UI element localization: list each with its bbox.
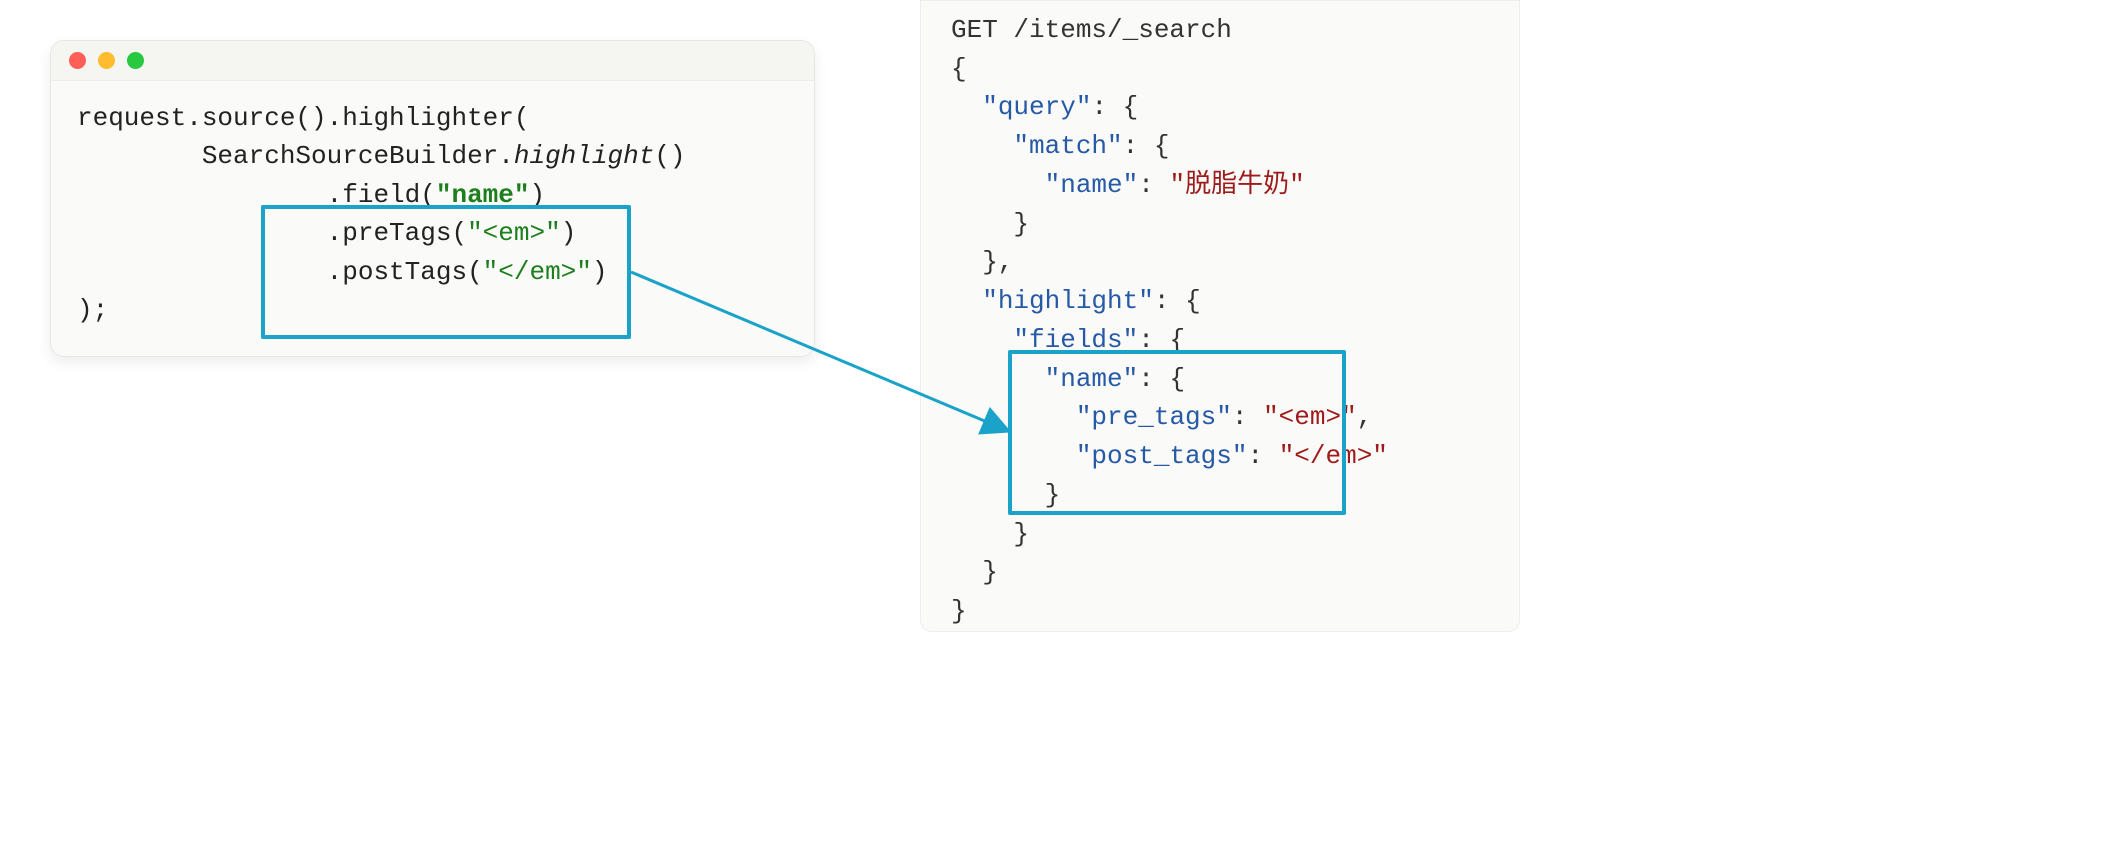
- indent: [951, 325, 1013, 355]
- code-tail: ): [529, 180, 545, 210]
- minimize-icon[interactable]: [98, 52, 115, 69]
- json-code-block: GET /items/_search { "query": { "match":…: [951, 11, 1493, 631]
- code-line-indent: SearchSourceBuilder.: [77, 141, 514, 171]
- value-em-close: "</em>": [1279, 441, 1388, 471]
- key-match: "match": [1013, 131, 1122, 161]
- colon-brace: : {: [1154, 286, 1201, 316]
- close-icon[interactable]: [69, 52, 86, 69]
- code-line: request.source().highlighter(: [77, 103, 529, 133]
- indent: [951, 402, 1076, 432]
- value-em-open: "<em>": [1263, 402, 1357, 432]
- string-posttag: "</em>": [483, 257, 592, 287]
- indent: [951, 131, 1013, 161]
- key-query: "query": [982, 92, 1091, 122]
- key-name: "name": [1045, 170, 1139, 200]
- key-fields: "fields": [1013, 325, 1138, 355]
- java-code-window: request.source().highlighter( SearchSour…: [50, 40, 815, 357]
- key-post-tags: "post_tags": [1076, 441, 1248, 471]
- colon-brace: : {: [1123, 131, 1170, 161]
- indent: [951, 286, 982, 316]
- key-pre-tags: "pre_tags": [1076, 402, 1232, 432]
- brace-close: }: [951, 557, 998, 587]
- code-line-indent: .field(: [77, 180, 436, 210]
- string-pretag: "<em>": [467, 218, 561, 248]
- code-tail: ): [592, 257, 608, 287]
- request-line: GET /items/_search: [951, 15, 1232, 45]
- brace-close: }: [951, 209, 1029, 239]
- java-code-block: request.source().highlighter( SearchSour…: [51, 81, 814, 356]
- colon: :: [1232, 402, 1263, 432]
- code-tail: (): [654, 141, 685, 171]
- brace-close: }: [951, 519, 1029, 549]
- code-tail: ): [561, 218, 577, 248]
- value-skim-milk: "脱脂牛奶": [1169, 170, 1304, 200]
- brace-open: {: [951, 54, 967, 84]
- indent: [951, 364, 1045, 394]
- indent: [951, 441, 1076, 471]
- key-highlight: "highlight": [982, 286, 1154, 316]
- colon-brace: : {: [1091, 92, 1138, 122]
- string-name: "name": [436, 180, 530, 210]
- brace-close: }: [951, 596, 967, 626]
- brace-close: }: [951, 480, 1060, 510]
- colon-brace: : {: [1138, 325, 1185, 355]
- code-line: );: [77, 295, 108, 325]
- maximize-icon[interactable]: [127, 52, 144, 69]
- colon: :: [1138, 170, 1169, 200]
- colon: :: [1247, 441, 1278, 471]
- code-line-indent: .postTags(: [77, 257, 483, 287]
- indent: [951, 92, 982, 122]
- window-titlebar: [51, 41, 814, 81]
- colon-brace: : {: [1138, 364, 1185, 394]
- key-name2: "name": [1045, 364, 1139, 394]
- indent: [951, 170, 1045, 200]
- json-request-panel: GET /items/_search { "query": { "match":…: [920, 0, 1520, 632]
- code-line-indent: .preTags(: [77, 218, 467, 248]
- brace-close-comma: },: [951, 247, 1013, 277]
- method-highlight: highlight: [514, 141, 654, 171]
- comma: ,: [1357, 402, 1373, 432]
